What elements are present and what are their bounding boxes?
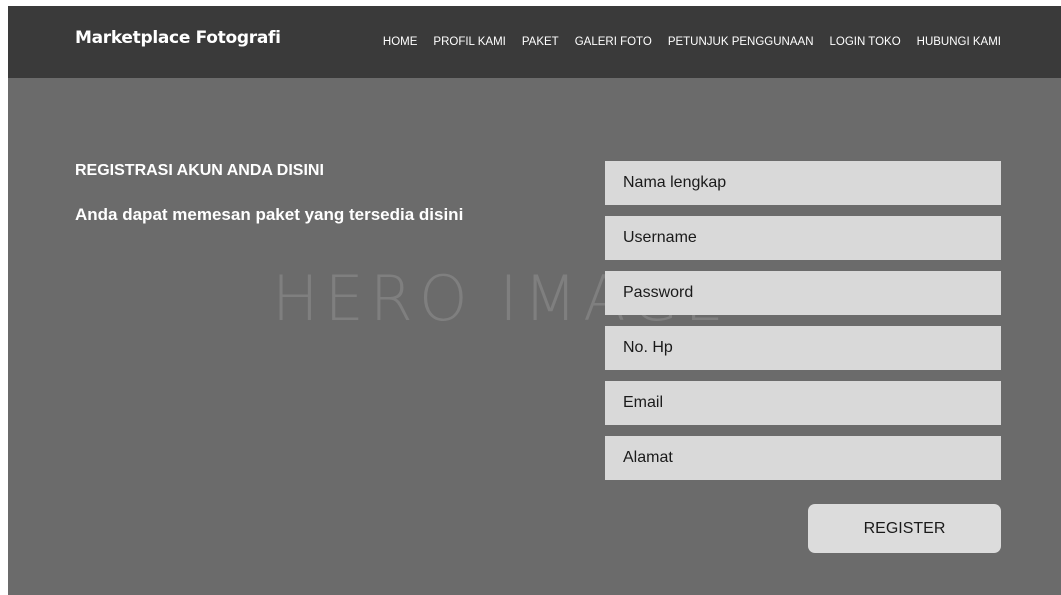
- nav-item-hubungi-kami[interactable]: HUBUNGI KAMI: [917, 35, 1001, 49]
- nav-item-home[interactable]: HOME: [383, 35, 418, 49]
- username-field[interactable]: [605, 216, 1001, 260]
- phone-field[interactable]: [605, 326, 1001, 370]
- nav-item-login-toko[interactable]: LOGIN TOKO: [830, 35, 901, 49]
- brand-logo[interactable]: Marketplace Fotografi: [75, 28, 281, 48]
- hero-subtitle: Anda dapat memesan paket yang tersedia d…: [75, 205, 464, 224]
- nav-item-galeri-foto[interactable]: GALERI FOTO: [575, 35, 652, 49]
- page-frame: Marketplace Fotografi HOME PROFIL KAMI P…: [8, 6, 1061, 595]
- top-navbar: Marketplace Fotografi HOME PROFIL KAMI P…: [8, 6, 1061, 78]
- address-field[interactable]: [605, 436, 1001, 480]
- nav-menu: HOME PROFIL KAMI PAKET GALERI FOTO PETUN…: [383, 35, 1001, 49]
- nav-item-paket[interactable]: PAKET: [522, 35, 559, 49]
- email-field[interactable]: [605, 381, 1001, 425]
- register-button[interactable]: REGISTER: [808, 504, 1001, 553]
- hero-title: REGISTRASI AKUN ANDA DISINI: [75, 162, 324, 179]
- password-field[interactable]: [605, 271, 1001, 315]
- registration-form: [605, 161, 1001, 491]
- nav-item-petunjuk-penggunaan[interactable]: PETUNJUK PENGGUNAAN: [668, 35, 814, 49]
- nav-item-profil-kami[interactable]: PROFIL KAMI: [433, 35, 505, 49]
- full-name-field[interactable]: [605, 161, 1001, 205]
